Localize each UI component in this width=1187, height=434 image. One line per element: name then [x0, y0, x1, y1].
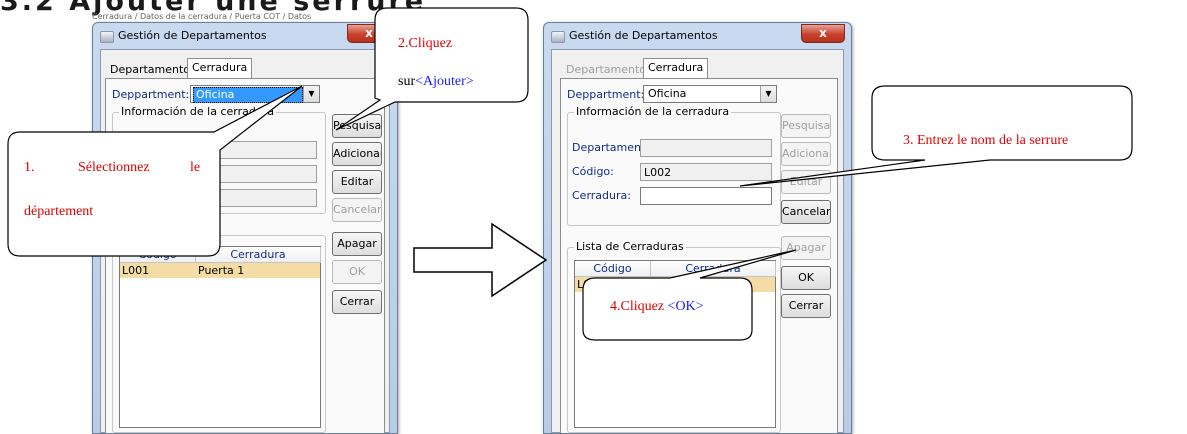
- callout-step4: [582, 249, 797, 341]
- cerradura-label: Cerradura:: [572, 189, 631, 202]
- window-title: Gestión de Departamentos: [569, 29, 718, 42]
- window-icon: [551, 31, 565, 43]
- callout-step2-line2: sur<Ajouter>: [398, 74, 474, 90]
- callout-step3: [739, 85, 1133, 187]
- department-label: Deppartment:: [567, 88, 645, 101]
- right-arrow-icon: [413, 222, 548, 298]
- locks-list[interactable]: Código Cerradura L001 Puerta 1: [119, 246, 321, 428]
- codigo-label: Código:: [572, 165, 614, 178]
- tab-departamento[interactable]: Departamento: [561, 60, 651, 80]
- callout-step4-text: 4.Cliquez <OK>: [610, 299, 704, 315]
- close-button[interactable]: x: [801, 24, 845, 43]
- close-dialog-button[interactable]: Cerrar: [332, 290, 382, 314]
- tab-cerradura[interactable]: Cerradura: [643, 58, 709, 80]
- callout-step1-article: le: [190, 160, 201, 175]
- title-bar: Gestión de Departamentos x: [544, 23, 851, 49]
- callout-step4-verb: 4.Cliquez: [610, 299, 668, 314]
- callout-step3-text: 3. Entrez le nom de la serrure: [903, 133, 1069, 148]
- callout-step2-sur: sur: [398, 74, 416, 89]
- callout-step2-target: <Ajouter>: [415, 74, 474, 89]
- callout-step1-num: 1.: [24, 160, 35, 175]
- callout-step1-verb: Sélectionnez: [78, 160, 150, 175]
- departamento-label: Departamento: [572, 141, 640, 154]
- callout-step4-target: <OK>: [667, 299, 704, 314]
- callout-step1-object: département: [24, 204, 94, 219]
- cancel-button[interactable]: Cancelar: [781, 200, 831, 224]
- callout-step2-line1: 2.Cliquez: [398, 36, 453, 51]
